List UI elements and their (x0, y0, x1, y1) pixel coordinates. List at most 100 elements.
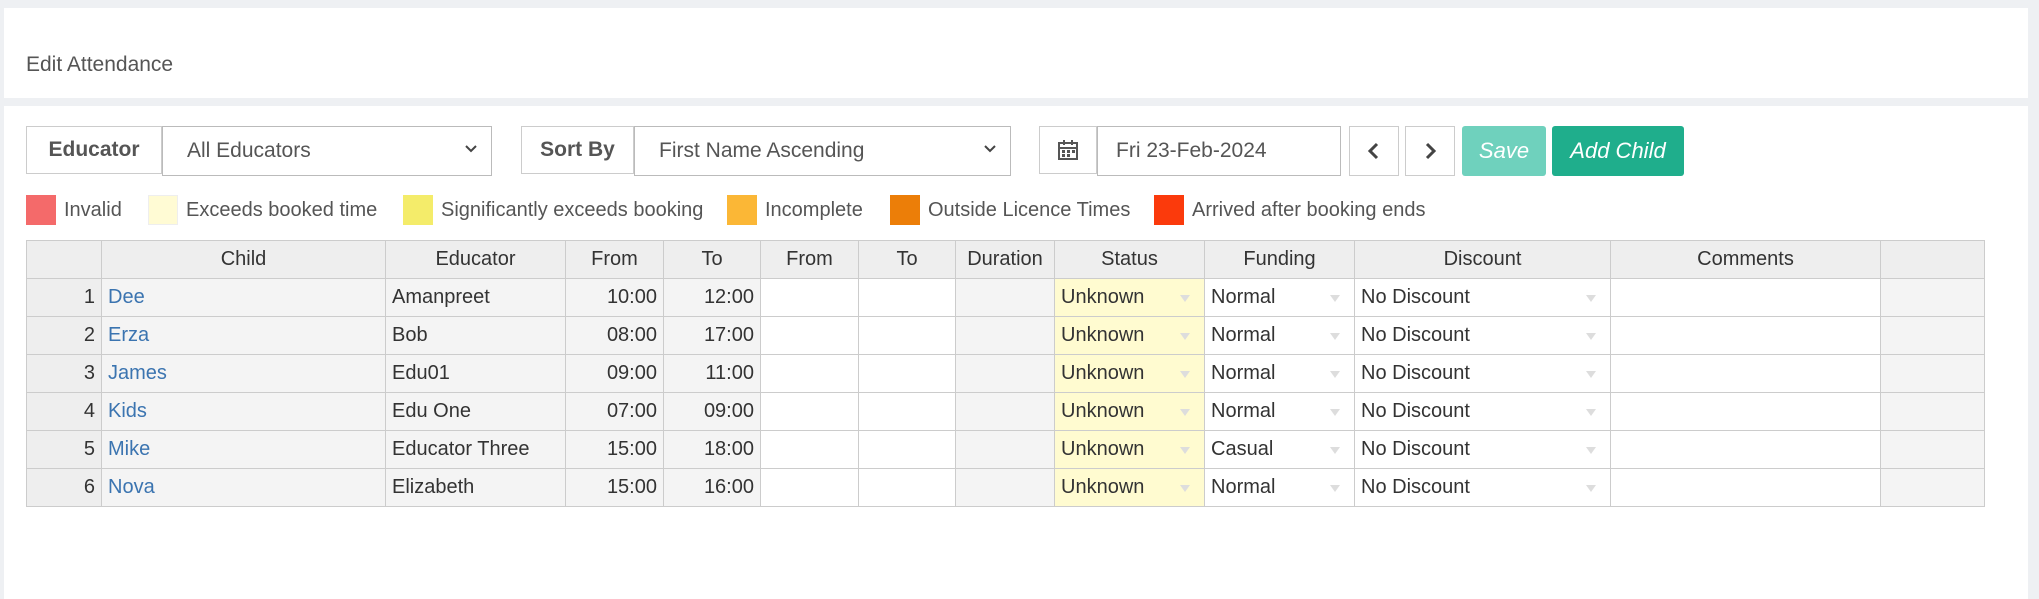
attendance-panel: Educator All Educators Sort By First Nam… (4, 106, 2028, 599)
sort-select[interactable]: First Name Ascending (634, 126, 1011, 176)
discount-dropdown[interactable]: No Discount (1354, 392, 1611, 431)
header-status[interactable]: Status (1054, 240, 1205, 279)
funding-dropdown[interactable]: Normal (1204, 392, 1355, 431)
comments-input[interactable] (1610, 316, 1881, 355)
discount-dropdown[interactable]: No Discount (1354, 430, 1611, 469)
page-title: Edit Attendance (26, 53, 174, 76)
booked-to-cell: 12:00 (663, 278, 761, 317)
actual-to-input[interactable] (858, 354, 956, 393)
actual-from-input[interactable] (760, 354, 859, 393)
header-comments[interactable]: Comments (1610, 240, 1881, 279)
legend-item-exceeds: Exceeds booked time (148, 194, 377, 226)
dropdown-arrow-icon (1586, 295, 1596, 302)
row-number: 4 (26, 392, 102, 431)
sort-select-value: First Name Ascending (659, 139, 865, 162)
add-child-button[interactable]: Add Child (1552, 126, 1684, 176)
educator-select-value: All Educators (187, 139, 311, 162)
dropdown-arrow-icon (1330, 485, 1340, 492)
funding-dropdown[interactable]: Normal (1204, 316, 1355, 355)
discount-dropdown[interactable]: No Discount (1354, 354, 1611, 393)
header-duration[interactable]: Duration (955, 240, 1055, 279)
duration-cell (955, 354, 1055, 393)
actual-to-input[interactable] (858, 430, 956, 469)
child-link[interactable]: Kids (108, 400, 147, 422)
educator-select[interactable]: All Educators (162, 126, 492, 176)
header-actual-to[interactable]: To (858, 240, 956, 279)
header-extra (1880, 240, 1985, 279)
comments-input[interactable] (1610, 392, 1881, 431)
table-row: 5 Mike Educator Three 15:00 18:00 Unknow… (26, 430, 1985, 469)
comments-input[interactable] (1610, 354, 1881, 393)
chevron-down-icon (465, 145, 477, 153)
actual-from-input[interactable] (760, 430, 859, 469)
status-value: Unknown (1061, 362, 1145, 384)
status-dropdown[interactable]: Unknown (1054, 354, 1205, 393)
next-day-button[interactable] (1405, 126, 1455, 176)
booked-to-cell: 18:00 (663, 430, 761, 469)
discount-dropdown[interactable]: No Discount (1354, 468, 1611, 507)
child-link[interactable]: Erza (108, 324, 149, 346)
funding-dropdown[interactable]: Casual (1204, 430, 1355, 469)
row-number: 5 (26, 430, 102, 469)
previous-day-button[interactable] (1349, 126, 1399, 176)
actual-to-input[interactable] (858, 392, 956, 431)
status-dropdown[interactable]: Unknown (1054, 278, 1205, 317)
calendar-icon-button[interactable] (1039, 126, 1097, 174)
status-dropdown[interactable]: Unknown (1054, 392, 1205, 431)
attendance-table: Child Educator From To From To Duration … (26, 240, 1985, 507)
child-cell: Dee (101, 278, 386, 317)
funding-dropdown[interactable]: Normal (1204, 354, 1355, 393)
discount-value: No Discount (1361, 286, 1470, 308)
booked-from-cell: 10:00 (565, 278, 664, 317)
header-funding[interactable]: Funding (1204, 240, 1355, 279)
status-dropdown[interactable]: Unknown (1054, 468, 1205, 507)
booked-from-cell: 15:00 (565, 468, 664, 507)
extra-cell (1880, 430, 1985, 469)
legend-swatch (26, 195, 56, 225)
comments-input[interactable] (1610, 430, 1881, 469)
funding-dropdown[interactable]: Normal (1204, 468, 1355, 507)
discount-dropdown[interactable]: No Discount (1354, 278, 1611, 317)
educator-cell: Amanpreet (385, 278, 566, 317)
dropdown-arrow-icon (1586, 371, 1596, 378)
actual-from-input[interactable] (760, 316, 859, 355)
header-booked-to[interactable]: To (663, 240, 761, 279)
save-button[interactable]: Save (1462, 126, 1546, 176)
child-link[interactable]: James (108, 362, 167, 384)
child-cell: James (101, 354, 386, 393)
actual-to-input[interactable] (858, 468, 956, 507)
child-link[interactable]: Mike (108, 438, 150, 460)
educator-cell: Edu One (385, 392, 566, 431)
child-cell: Erza (101, 316, 386, 355)
sort-label: Sort By (521, 126, 634, 174)
dropdown-arrow-icon (1180, 333, 1190, 340)
actual-to-input[interactable] (858, 278, 956, 317)
actual-from-input[interactable] (760, 278, 859, 317)
header-child[interactable]: Child (101, 240, 386, 279)
header-actual-from[interactable]: From (760, 240, 859, 279)
header-discount[interactable]: Discount (1354, 240, 1611, 279)
comments-input[interactable] (1610, 468, 1881, 507)
toolbar: Educator All Educators Sort By First Nam… (26, 126, 1726, 176)
status-dropdown[interactable]: Unknown (1054, 316, 1205, 355)
status-value: Unknown (1061, 438, 1145, 460)
extra-cell (1880, 354, 1985, 393)
dropdown-arrow-icon (1330, 295, 1340, 302)
booked-to-cell: 17:00 (663, 316, 761, 355)
funding-dropdown[interactable]: Normal (1204, 278, 1355, 317)
legend-swatch (1154, 195, 1184, 225)
status-dropdown[interactable]: Unknown (1054, 430, 1205, 469)
actual-from-input[interactable] (760, 468, 859, 507)
date-input[interactable]: Fri 23-Feb-2024 (1097, 126, 1341, 176)
actual-from-input[interactable] (760, 392, 859, 431)
header-booked-from[interactable]: From (565, 240, 664, 279)
child-link[interactable]: Nova (108, 476, 155, 498)
child-link[interactable]: Dee (108, 286, 145, 308)
header-educator[interactable]: Educator (385, 240, 566, 279)
extra-cell (1880, 468, 1985, 507)
actual-to-input[interactable] (858, 316, 956, 355)
discount-dropdown[interactable]: No Discount (1354, 316, 1611, 355)
comments-input[interactable] (1610, 278, 1881, 317)
status-value: Unknown (1061, 400, 1145, 422)
extra-cell (1880, 392, 1985, 431)
